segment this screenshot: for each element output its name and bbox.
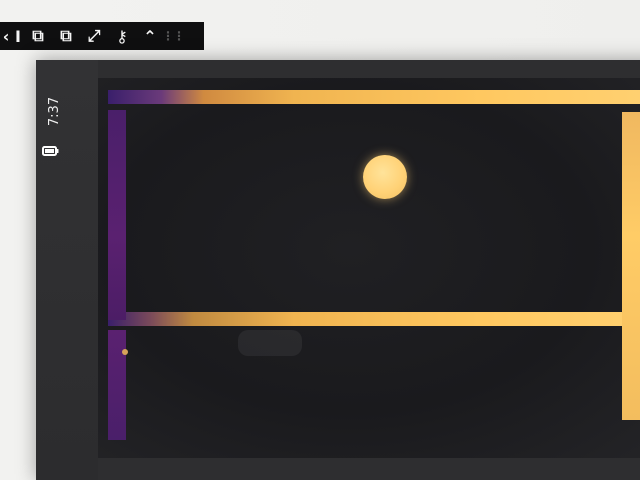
player-ball[interactable] xyxy=(363,155,407,199)
collapse-up-icon[interactable]: ⌃ xyxy=(136,23,164,49)
game-area[interactable] xyxy=(98,78,640,458)
drag-grip-icon[interactable]: ⋮⋮ xyxy=(162,23,185,49)
maze-wall-right xyxy=(622,112,640,420)
maze-wall-left-lower xyxy=(108,330,126,440)
key-icon[interactable]: ⚷ xyxy=(108,23,136,49)
small-dot xyxy=(122,349,128,355)
separator-icon: I xyxy=(15,26,21,46)
battery-icon xyxy=(42,143,60,157)
pin-icon[interactable]: ‹ xyxy=(0,23,12,49)
status-bar xyxy=(36,60,98,480)
screen-photo: ‹ I ⧉ ⧉ ⤢ ⚷ ⌃ ⋮⋮ 7:37 xyxy=(0,0,640,480)
window-mode-icon[interactable]: ⧉ xyxy=(24,23,52,49)
maze-wall-middle xyxy=(108,312,640,326)
faint-reflection xyxy=(238,330,302,356)
fullscreen-icon[interactable]: ⤢ xyxy=(80,23,108,49)
remote-toolbar: ‹ I ⧉ ⧉ ⤢ ⚷ ⌃ ⋮⋮ xyxy=(0,22,204,50)
window-mode-2-icon[interactable]: ⧉ xyxy=(52,23,80,49)
maze-wall-top xyxy=(108,90,640,104)
maze-wall-left-upper xyxy=(108,110,126,320)
status-time: 7:37 xyxy=(47,96,63,127)
